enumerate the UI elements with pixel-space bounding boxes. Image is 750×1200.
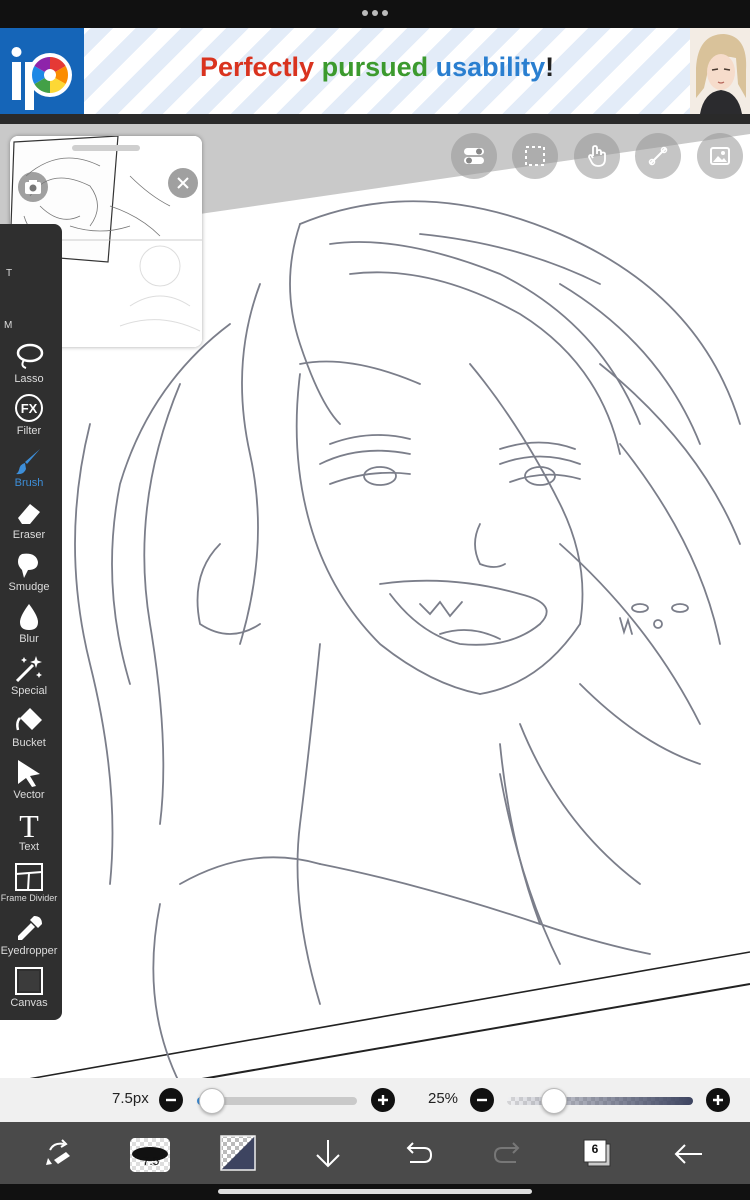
vector-icon [14,758,44,788]
brush-size-label: 7.5px [112,1090,149,1107]
ad-headline: Perfectly pursued usability! [200,52,554,83]
brush-icon [14,446,44,476]
camera-icon[interactable] [18,172,48,202]
color-swatch-icon [219,1135,259,1178]
transform-icon [40,1139,80,1178]
tool-label: Eyedropper [0,945,58,957]
tool-special[interactable]: Special [0,654,62,706]
tool-label: Lasso [14,373,44,385]
color-button[interactable] [219,1134,259,1174]
toggle-view-button[interactable] [451,133,497,179]
undo-icon [398,1142,438,1178]
ad-banner[interactable]: Perfectly pursued usability! [0,28,750,114]
tool-label: Canvas [10,997,48,1009]
navigator-drag-handle [72,145,140,151]
tool-label: Frame Divider [0,893,58,903]
tool-label: Vector [13,789,45,801]
download-button[interactable] [308,1134,348,1174]
image-material-button[interactable] [697,133,743,179]
brush-opacity-increase-button[interactable] [706,1088,730,1112]
brush-opacity-decrease-button[interactable] [470,1088,494,1112]
ad-word-4: ! [545,52,555,82]
tool-eyedropper[interactable]: Eyedropper [0,914,62,966]
brush-opacity-slider-knob[interactable] [540,1088,567,1114]
tool-vector[interactable]: Vector [0,758,62,810]
brush-size-slider-knob[interactable] [199,1088,225,1114]
ad-word-2: pursued [321,52,429,82]
back-arrow-icon [668,1144,708,1178]
tool-label: Eraser [12,529,46,541]
tool-brush[interactable]: Brush [0,446,62,498]
brush-preview-button[interactable]: 7.5 [128,1134,174,1174]
text-icon: T [14,808,44,844]
ruler-button[interactable] [635,133,681,179]
tool-lasso[interactable]: Lasso [0,342,62,394]
text-glyph: T [19,810,39,840]
tool-text[interactable]: T Text [0,808,62,862]
ad-separator [0,114,750,124]
selection-button[interactable] [512,133,558,179]
brush-opacity-slider[interactable] [507,1097,693,1105]
undo-button[interactable] [398,1134,438,1174]
tool-label-partial-transform: T [6,268,13,279]
layers-button[interactable]: 6 [578,1134,618,1174]
ad-character-avatar [690,28,750,114]
canvas-icon [14,966,44,996]
brush-controls: 7.5px 25% [0,1078,750,1122]
tool-label: Text [18,841,40,853]
ibispaint-logo [0,28,84,114]
status-bar [0,0,750,28]
tool-eraser[interactable]: Eraser [0,498,62,550]
tool-label: Smudge [8,581,50,593]
multitasking-dots[interactable] [362,10,388,18]
tool-label: Blur [19,633,39,645]
close-navigator-icon[interactable] [168,168,198,198]
redo-icon [488,1142,528,1178]
brush-preview-size: 7.5 [142,1154,160,1168]
layers-icon [578,1139,618,1178]
smudge-icon [14,550,44,580]
tool-filter[interactable]: FX Filter [0,394,62,446]
tool-canvas[interactable]: Canvas [0,966,62,1018]
tool-frame-divider[interactable]: Frame Divider [0,862,62,914]
hand-tool-button[interactable] [574,133,620,179]
tool-label: Filter [16,425,42,437]
eyedropper-icon [14,914,44,944]
tool-label: Special [10,685,48,697]
blur-icon [14,602,44,632]
brush-size-decrease-button[interactable] [159,1088,183,1112]
bucket-icon [14,706,44,736]
frame-divider-icon [14,862,44,892]
fx-icon: FX [14,394,44,424]
home-indicator[interactable] [218,1189,532,1194]
redo-button[interactable] [488,1134,528,1174]
brush-size-increase-button[interactable] [371,1088,395,1112]
lasso-icon [14,342,44,372]
bottom-action-bar: 7.5 6 [0,1122,750,1184]
ad-word-1: Perfectly [200,52,315,82]
tool-label: Bucket [12,737,46,749]
tool-label-partial-magic-wand: M [4,320,13,331]
eraser-icon [14,498,44,528]
tool-blur[interactable]: Blur [0,602,62,654]
tool-label: Brush [14,477,44,489]
home-indicator-bar [0,1184,750,1200]
transform-button[interactable] [40,1134,80,1174]
fx-glyph: FX [21,401,38,416]
brush-opacity-label: 25% [428,1090,459,1107]
tool-bucket[interactable]: Bucket [0,706,62,758]
special-icon [14,654,44,684]
ad-word-3: usability [435,52,546,82]
tool-palette: T M Lasso FX Filter Brush Eraser Smudge [0,224,62,1020]
tool-smudge[interactable]: Smudge [0,550,62,602]
download-icon [308,1140,348,1178]
layer-count: 6 [591,1142,599,1156]
back-button[interactable] [668,1134,708,1174]
